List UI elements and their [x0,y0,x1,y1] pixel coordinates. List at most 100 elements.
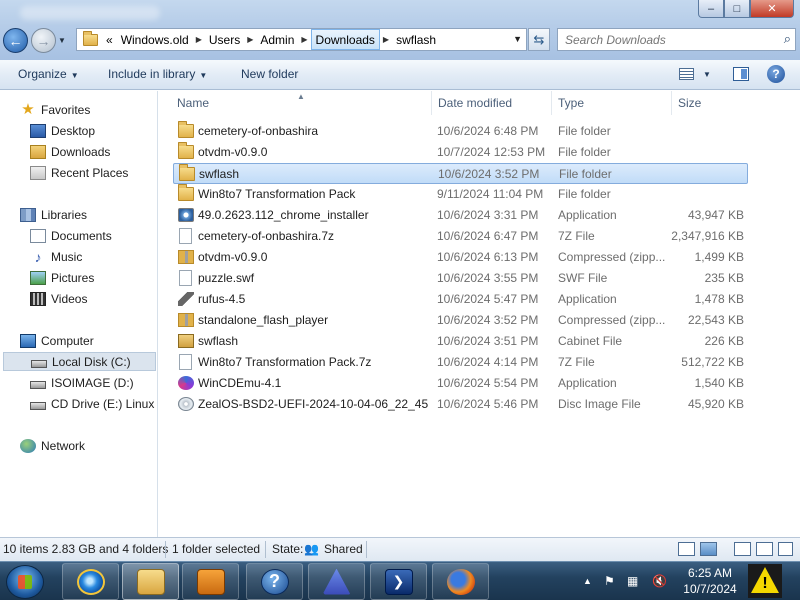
nav-downloads[interactable]: Downloads [30,142,110,161]
file-row[interactable]: otvdm-v0.9.0 10/7/2024 12:53 PM File folde… [173,142,748,163]
chevron-right-icon[interactable]: ▶ [193,35,205,44]
include-in-library-menu[interactable]: Include in library ▼ [108,67,207,81]
address-dropdown-icon[interactable]: ▼ [513,34,522,44]
nav-pictures[interactable]: Pictures [30,268,94,287]
file-row[interactable]: cemetery-of-onbashira 10/6/2024 6:48 PM Fi… [173,121,748,142]
file-row[interactable]: swflash 10/6/2024 3:51 PM Cabinet File 226 … [173,331,748,352]
file-row[interactable]: otvdm-v0.9.0 10/6/2024 6:13 PM Compressed … [173,247,748,268]
breadcrumb-swflash[interactable]: swflash [392,29,440,50]
chevron-right-icon[interactable]: ▶ [244,35,256,44]
nav-label: Recent Places [51,165,129,180]
search-box[interactable]: ⌕ [557,28,796,51]
nav-music[interactable]: ♪ Music [30,247,83,266]
nav-recent-places[interactable]: Recent Places [30,163,128,182]
file-row[interactable]: 49.0.2623.112_chrome_installer 10/6/2024 … [173,205,748,226]
nav-favorites[interactable]: ★ Favorites [20,100,90,119]
internet-explorer-icon [76,568,105,595]
nav-label: Local Disk (C:) [52,354,131,369]
file-row[interactable]: puzzle.swf 10/6/2024 3:55 PM SWF File 235 K… [173,268,748,289]
organize-menu[interactable]: Organize ▼ [18,67,79,81]
network-tray-icon[interactable]: ▦ [627,574,638,588]
taskbar-windows-explorer[interactable] [122,563,179,600]
taskbar-firefox[interactable] [432,563,489,600]
maximize-button[interactable]: □ [724,0,750,18]
taskbar-media-player[interactable] [182,563,239,600]
clock[interactable]: 6:25 AM 10/7/2024 [676,565,744,597]
file-name: WinCDEmu-4.1 [198,376,282,390]
recent-pages-dropdown[interactable]: ▼ [58,36,66,45]
breadcrumb-admin[interactable]: Admin [256,29,298,50]
media-player-icon [196,568,225,595]
taskbar-internet-explorer[interactable] [62,563,119,600]
file-row[interactable]: rufus-4.5 10/6/2024 5:47 PM Application 1,4… [173,289,748,310]
column-header-type[interactable]: Type [552,91,672,115]
help-button[interactable]: ? [767,65,785,83]
file-row[interactable]: WinCDEmu-4.1 10/6/2024 5:54 PM Application… [173,373,748,394]
nav-computer[interactable]: Computer [20,331,94,350]
taskbar-wizard-app[interactable] [308,563,365,600]
breadcrumb-overflow[interactable]: « [98,29,117,50]
nav-videos[interactable]: Videos [30,289,87,308]
forward-button[interactable]: → [31,28,56,53]
column-label: Type [558,96,585,110]
breadcrumb-windows-old[interactable]: Windows.old [117,29,193,50]
show-hidden-icons-icon[interactable]: ▲ [583,576,592,586]
window-normal-icon[interactable] [734,542,751,556]
file-list: Name ▲ Date modified Type Size cemetery-… [159,91,800,537]
nav-desktop[interactable]: Desktop [30,121,95,140]
column-header-date[interactable]: Date modified [432,91,552,115]
taskbar-help[interactable]: ? [246,563,303,600]
new-folder-button[interactable]: New folder [241,67,298,81]
downloads-icon [30,144,46,159]
nav-network[interactable]: Network [20,436,85,455]
column-header-name[interactable]: Name ▲ [159,91,432,115]
file-row[interactable]: Win8to7 Transformation Pack 9/11/2024 11:… [173,184,748,205]
back-button[interactable]: ← [3,28,28,53]
search-input[interactable] [565,32,770,47]
action-center-flag-icon[interactable]: ⚑ [604,574,615,588]
nav-isoimage-d[interactable]: ISOIMAGE (D:) [30,373,134,392]
videos-icon [30,291,46,306]
change-view-icon[interactable] [679,68,694,80]
nav-label: ISOIMAGE (D:) [51,375,134,390]
file-date-modified: 10/6/2024 3:52 PM [438,167,540,181]
chevron-right-icon[interactable]: ▶ [380,35,392,44]
file-row[interactable]: ZealOS-BSD2-UEFI-2024-10-04-06_22_45 10/6… [173,394,748,415]
file-row[interactable]: cemetery-of-onbashira.7z 10/6/2024 6:47 P… [173,226,748,247]
column-header-size[interactable]: Size [672,91,752,115]
large-icons-view-icon[interactable] [700,542,717,556]
nav-cd-drive-e[interactable]: CD Drive (E:) Linux M [30,394,157,413]
volume-muted-icon[interactable]: 🔇 [652,574,667,588]
window-maximize-icon[interactable] [778,542,793,556]
file-row[interactable]: Win8to7 Transformation Pack.7z 10/6/2024 … [173,352,748,373]
window-split-icon[interactable] [756,542,773,556]
nav-local-disk-c[interactable]: Local Disk (C:) [3,352,156,371]
file-row[interactable]: swflash 10/6/2024 3:52 PM File folder [173,163,748,184]
search-icon[interactable]: ⌕ [784,31,791,47]
recent-places-icon [30,165,46,180]
file-name: standalone_flash_player [198,313,329,327]
chevron-right-icon[interactable]: ▶ [298,35,310,44]
breadcrumb-users[interactable]: Users [205,29,244,50]
breadcrumb-downloads[interactable]: Downloads [310,29,380,50]
minimize-button[interactable]: – [698,0,724,18]
address-bar[interactable]: « Windows.old ▶ Users ▶ Admin ▶ Download… [76,28,527,51]
taskbar-powershell[interactable]: ❯ [370,563,427,600]
nav-documents[interactable]: Documents [30,226,112,245]
powershell-icon: ❯ [384,568,413,595]
preview-pane-button[interactable] [733,67,749,81]
close-button[interactable]: ✕ [750,0,794,18]
file-type: Application [558,208,617,222]
warning-notification-icon[interactable]: ! [748,564,782,598]
include-in-library-label: Include in library [108,67,196,81]
wizard-icon [322,568,351,595]
nav-libraries[interactable]: Libraries [20,205,87,224]
file-row[interactable]: standalone_flash_player 10/6/2024 3:52 PM… [173,310,748,331]
taskbar: ? ❯ ▲ ⚑ ▦ 🔇 6:25 AM 10/7/2024 ! [0,561,800,600]
refresh-button[interactable]: ⇆ [528,28,550,51]
window-controls: – □ ✕ [698,0,794,18]
view-options-dropdown[interactable]: ▼ [703,70,711,79]
file-size: 226 KB [704,334,744,348]
start-button[interactable] [6,565,44,599]
details-view-icon[interactable] [678,542,695,556]
